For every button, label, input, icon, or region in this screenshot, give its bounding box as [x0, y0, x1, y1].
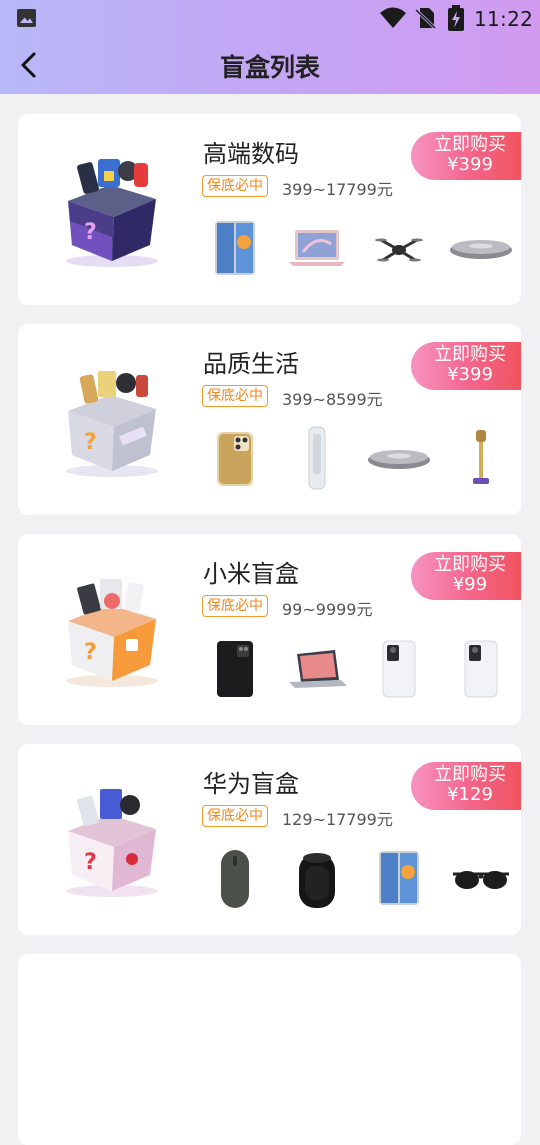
blind-box-card[interactable]: ? 华为盲盒 保底必中 129~17799元 立即购买 ¥129 — [18, 744, 521, 935]
image-icon — [17, 9, 36, 27]
buy-now-button[interactable]: 立即购买 ¥399 — [411, 342, 521, 390]
product-preview-row — [203, 426, 513, 490]
status-time: 11:22 — [474, 7, 534, 31]
price-range: 99~9999元 — [282, 600, 373, 619]
speaker-icon — [367, 426, 431, 490]
svg-text:?: ? — [84, 850, 97, 875]
battery-charging-icon — [448, 5, 464, 31]
blind-box-card[interactable]: ? 品质生活 保底必中 399~8599元 立即购买 ¥399 — [18, 324, 521, 515]
buy-now-button[interactable]: 立即购买 ¥399 — [411, 132, 521, 180]
product-preview-row — [203, 636, 513, 700]
no-sim-icon — [414, 8, 436, 29]
lifestyle-box-image: ? — [66, 371, 158, 477]
phone-fold-icon — [203, 216, 267, 280]
box-price: ¥399 — [447, 154, 493, 175]
laptop-dark-icon — [285, 636, 349, 700]
buy-now-label: 立即购买 — [434, 764, 506, 785]
xiaomi-box-image: ? — [66, 579, 158, 687]
guarantee-badge: 保底必中 — [202, 385, 268, 407]
drone-icon — [367, 216, 431, 280]
phone-white-icon — [449, 636, 513, 700]
box-price: ¥99 — [452, 574, 488, 595]
box-title: 小米盲盒 — [203, 560, 299, 588]
huawei-box-image: ? — [66, 789, 158, 897]
buy-now-button[interactable]: 立即购买 ¥129 — [411, 762, 521, 810]
wifi-icon — [380, 7, 406, 28]
guarantee-badge: 保底必中 — [202, 805, 268, 827]
svg-text:?: ? — [84, 220, 97, 245]
buy-now-label: 立即购买 — [434, 554, 506, 575]
blind-box-card[interactable]: ? 高端数码 保底必中 399~17799元 立即购买 ¥399 — [18, 114, 521, 305]
mouse-icon — [203, 846, 267, 910]
buy-now-label: 立即购买 — [434, 134, 506, 155]
buy-now-button[interactable]: 立即购买 ¥99 — [411, 552, 521, 600]
page-title: 盲盒列表 — [219, 53, 320, 82]
blind-box-card[interactable] — [18, 954, 521, 1145]
guarantee-badge: 保底必中 — [202, 595, 268, 617]
guarantee-badge: 保底必中 — [202, 175, 268, 197]
svg-text:?: ? — [84, 640, 97, 665]
buy-now-label: 立即购买 — [434, 344, 506, 365]
box-title: 华为盲盒 — [203, 770, 299, 798]
top-header: 11:22 盲盒列表 — [0, 0, 540, 94]
price-range: 129~17799元 — [282, 810, 393, 829]
phone-dark-icon — [203, 636, 267, 700]
price-range: 399~17799元 — [282, 180, 393, 199]
box-title: 品质生活 — [203, 350, 299, 378]
vacuum-icon — [449, 426, 513, 490]
sunglasses-icon — [449, 846, 513, 910]
speaker-icon — [449, 216, 513, 280]
product-preview-row — [203, 846, 513, 910]
phone-fold-icon — [367, 846, 431, 910]
box-title: 高端数码 — [203, 140, 299, 168]
price-range: 399~8599元 — [282, 390, 383, 409]
phone-white-icon — [367, 636, 431, 700]
status-bar: 11:22 — [0, 0, 540, 36]
blind-box-card[interactable]: ? 小米盲盒 保底必中 99~9999元 立即购买 ¥99 — [18, 534, 521, 725]
digital-box-image: ? — [66, 159, 158, 267]
laptop-icon — [285, 216, 349, 280]
phone-gold-icon — [203, 426, 267, 490]
box-price: ¥399 — [447, 364, 493, 385]
speaker-black-icon — [285, 846, 349, 910]
tower-fan-icon — [285, 426, 349, 490]
svg-text:?: ? — [84, 430, 97, 455]
product-preview-row — [203, 216, 513, 280]
box-price: ¥129 — [447, 784, 493, 805]
